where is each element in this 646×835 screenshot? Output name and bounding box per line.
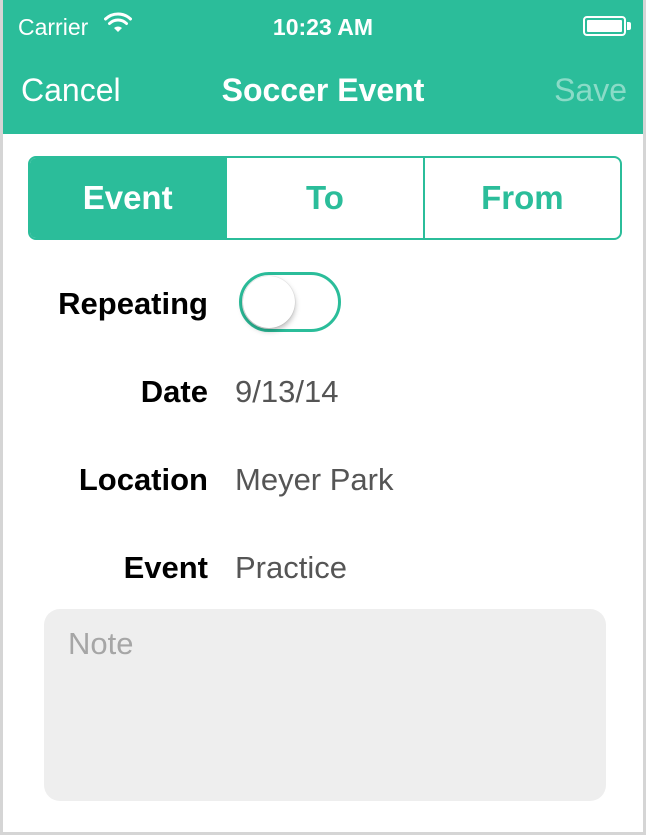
segment-to[interactable]: To xyxy=(225,158,422,238)
status-time: 10:23 AM xyxy=(272,14,374,40)
location-row[interactable]: Location Meyer Park xyxy=(3,448,643,508)
segment-from[interactable]: From xyxy=(422,158,620,238)
location-label: Location xyxy=(78,462,208,497)
event-value[interactable]: Practice xyxy=(235,550,347,586)
header: Carrier 10:23 AM Cancel Soccer Event Sav… xyxy=(3,0,643,134)
navigation-bar: Cancel Soccer Event Save xyxy=(3,52,643,134)
segment-event[interactable]: Event xyxy=(30,158,226,238)
location-value[interactable]: Meyer Park xyxy=(235,462,393,498)
date-row[interactable]: Date 9/13/14 xyxy=(3,360,643,420)
note-textarea[interactable]: Note xyxy=(44,609,606,801)
event-label: Event xyxy=(123,550,208,585)
save-button[interactable]: Save xyxy=(554,72,627,109)
status-bar: Carrier 10:23 AM xyxy=(3,0,643,52)
app-screen: Carrier 10:23 AM Cancel Soccer Event Sav… xyxy=(0,0,646,835)
repeating-toggle[interactable] xyxy=(239,272,341,332)
segmented-control: Event To From xyxy=(28,156,622,240)
page-title: Soccer Event xyxy=(221,72,425,108)
event-row[interactable]: Event Practice xyxy=(3,536,643,596)
toggle-knob xyxy=(243,276,295,328)
date-value[interactable]: 9/13/14 xyxy=(235,374,338,410)
repeating-label: Repeating xyxy=(58,286,208,321)
date-label: Date xyxy=(140,374,208,409)
battery-icon xyxy=(583,16,631,36)
note-placeholder: Note xyxy=(68,626,134,661)
repeating-row: Repeating xyxy=(3,272,643,332)
